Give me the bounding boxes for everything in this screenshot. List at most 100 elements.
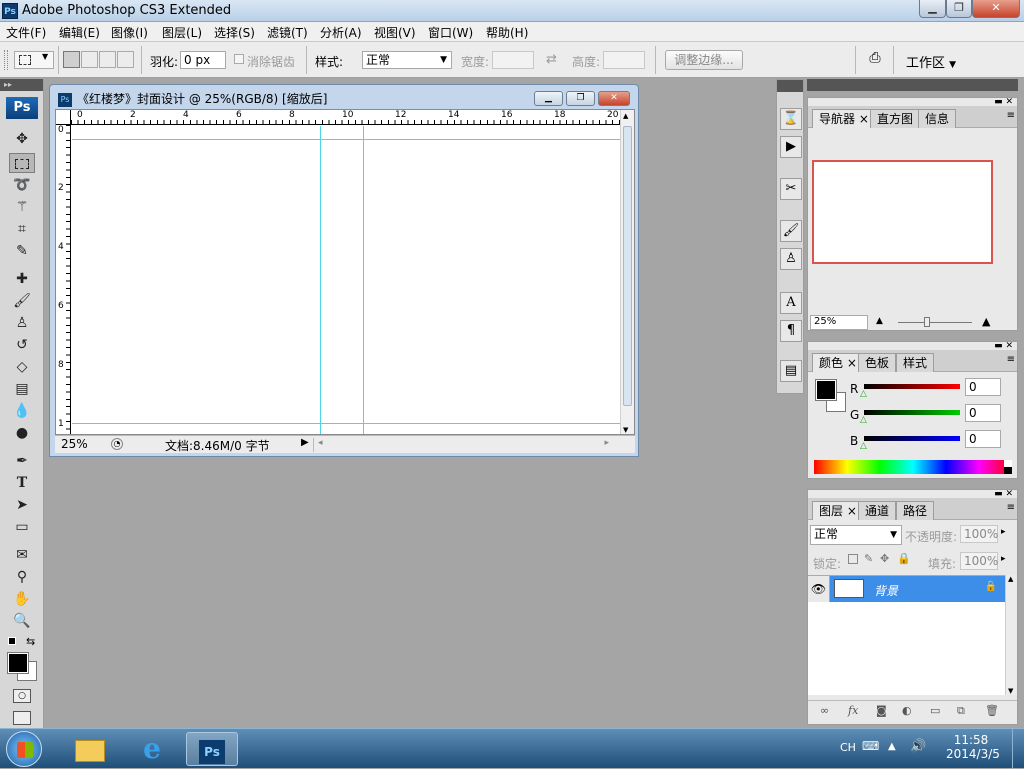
brushes-panel-icon[interactable]: 🖌 — [780, 220, 802, 242]
eyedropper-tool-icon[interactable]: ⚲ — [9, 567, 35, 587]
intersect-selection-button[interactable] — [117, 51, 134, 68]
swap-colors-icon[interactable]: ⇆ — [26, 635, 35, 648]
green-slider[interactable] — [864, 410, 960, 415]
black-white-swatch[interactable] — [1004, 460, 1012, 474]
feather-input[interactable]: 0 px — [180, 51, 226, 69]
file-explorer-taskbar-icon[interactable] — [64, 732, 116, 766]
red-slider-thumb[interactable]: △ — [860, 389, 867, 399]
lasso-tool-icon[interactable]: ➰ — [9, 175, 35, 195]
blue-slider[interactable] — [864, 436, 960, 441]
path-selection-tool-icon[interactable]: ➤ — [9, 495, 35, 515]
green-value[interactable]: 0 — [965, 404, 1001, 422]
gradient-tool-icon[interactable]: ▤ — [9, 379, 35, 399]
close-tab-icon[interactable]: × — [847, 504, 857, 518]
magic-wand-tool-icon[interactable]: ⚚ — [9, 197, 35, 217]
show-desktop-button[interactable] — [1012, 729, 1024, 769]
paragraph-panel-icon[interactable]: ¶ — [780, 320, 802, 342]
bridge-icon[interactable]: ⎙ — [862, 50, 888, 70]
menu-select[interactable]: 选择(S) — [214, 24, 255, 41]
add-selection-button[interactable] — [81, 51, 98, 68]
vertical-ruler[interactable]: 0 2 4 6 8 1 — [56, 125, 71, 434]
start-button[interactable] — [6, 731, 42, 767]
close-button[interactable]: ✕ — [972, 0, 1020, 18]
menu-edit[interactable]: 编辑(E) — [59, 24, 100, 41]
menu-window[interactable]: 窗口(W) — [428, 24, 473, 41]
zoom-tool-icon[interactable]: 🔍 — [9, 611, 35, 631]
tab-color[interactable]: 颜色 × — [812, 353, 864, 372]
blend-mode-select[interactable]: 正常 ▼ — [810, 525, 902, 545]
navigator-zoom-field[interactable]: 25% — [810, 315, 868, 330]
scroll-up-icon[interactable]: ▲ — [1008, 575, 1013, 583]
guide-horizontal[interactable] — [72, 423, 620, 424]
history-panel-icon[interactable]: ⌛ — [780, 108, 802, 130]
lock-transparency-icon[interactable] — [848, 554, 858, 564]
blue-value[interactable]: 0 — [965, 430, 1001, 448]
lock-all-icon[interactable]: 🔒 — [897, 552, 911, 565]
menu-help[interactable]: 帮助(H) — [486, 24, 528, 41]
adjustment-layer-icon[interactable]: ◐ — [902, 704, 912, 717]
tab-paths[interactable]: 路径 — [896, 501, 935, 520]
input-language[interactable]: CH — [840, 741, 856, 754]
tab-navigator[interactable]: 导航器 × — [812, 109, 876, 128]
menu-analysis[interactable]: 分析(A) — [320, 24, 362, 41]
pen-tool-icon[interactable]: ✒ — [9, 451, 35, 471]
horizontal-ruler[interactable]: 0 2 4 6 8 10 12 14 16 18 20 — [71, 110, 621, 125]
actions-panel-icon[interactable]: ▶ — [780, 136, 802, 158]
photoshop-taskbar-icon[interactable]: Ps — [186, 732, 238, 766]
style-select[interactable]: 正常 ▼ — [362, 51, 452, 69]
tab-histogram[interactable]: 直方图 — [870, 109, 921, 128]
eraser-tool-icon[interactable]: ◇ — [9, 357, 35, 377]
blur-tool-icon[interactable]: 💧 — [9, 401, 35, 421]
menu-image[interactable]: 图像(I) — [111, 24, 148, 41]
move-tool-icon[interactable]: ✥ — [9, 129, 35, 149]
lock-position-icon[interactable]: ✥ — [880, 552, 889, 565]
tool-preset-picker[interactable]: ▼ — [14, 51, 54, 69]
zoom-slider[interactable] — [898, 322, 972, 323]
zoom-out-icon[interactable]: ▲ — [876, 316, 883, 326]
marquee-tool-icon[interactable] — [9, 153, 35, 173]
horizontal-scrollbar[interactable]: ◂ ▸ — [313, 438, 613, 452]
hand-tool-icon[interactable]: ✋ — [9, 589, 35, 609]
maximize-button[interactable]: ❐ — [946, 0, 972, 18]
type-tool-icon[interactable]: T — [9, 473, 35, 493]
slice-tool-icon[interactable]: ✎ — [9, 241, 35, 261]
panels-grip[interactable] — [807, 79, 1018, 91]
workspace-menu[interactable]: 工作区 ▼ — [906, 52, 956, 71]
quick-mask-icon[interactable]: ○ — [13, 689, 31, 703]
close-tab-icon[interactable]: × — [847, 356, 857, 370]
history-brush-tool-icon[interactable]: ↺ — [9, 335, 35, 355]
red-value[interactable]: 0 — [965, 378, 1001, 396]
guide-horizontal[interactable] — [72, 139, 620, 140]
doc-minimize-button[interactable]: ▁ — [534, 91, 563, 106]
refine-edge-button[interactable]: 调整边缘... — [665, 50, 743, 70]
dodge-tool-icon[interactable]: ● — [9, 423, 35, 443]
layer-visibility-eye-icon[interactable]: 👁 — [808, 576, 830, 602]
doc-close-button[interactable]: ✕ — [598, 91, 630, 106]
navigator-preview[interactable] — [812, 160, 993, 264]
tab-channels[interactable]: 通道 — [858, 501, 897, 520]
doc-maximize-button[interactable]: ❐ — [566, 91, 595, 106]
green-slider-thumb[interactable]: △ — [860, 415, 867, 425]
scroll-left-icon[interactable]: ◂ — [318, 438, 323, 448]
tab-swatches[interactable]: 色板 — [858, 353, 897, 372]
status-menu-arrow-icon[interactable]: ▶ — [301, 437, 309, 448]
clone-stamp-tool-icon[interactable]: ♙ — [9, 313, 35, 333]
toolbox-grip[interactable]: ▸▸ — [0, 79, 43, 91]
layer-style-icon[interactable]: fx — [848, 704, 858, 717]
clock[interactable]: 11:58 2014/3/5 — [946, 733, 1000, 761]
internet-explorer-taskbar-icon[interactable]: e — [126, 732, 178, 766]
foreground-color-swatch[interactable] — [7, 652, 29, 674]
default-colors-icon[interactable] — [8, 637, 16, 645]
panel-menu-icon[interactable]: ≡ — [1007, 502, 1015, 513]
menu-filter[interactable]: 滤镜(T) — [267, 24, 308, 41]
swap-icon[interactable]: ⇄ — [546, 52, 557, 67]
scroll-thumb[interactable] — [623, 126, 632, 406]
tool-presets-panel-icon[interactable]: ✂ — [780, 178, 802, 200]
antialias-checkbox[interactable] — [234, 54, 244, 64]
zoom-slider-thumb[interactable] — [924, 317, 930, 327]
vertical-scrollbar[interactable]: ▲ ▼ — [620, 110, 634, 434]
delete-layer-icon[interactable]: 🗑 — [985, 704, 999, 717]
link-layers-icon[interactable]: ∞ — [820, 704, 829, 717]
tab-layers[interactable]: 图层 × — [812, 501, 864, 520]
panel-menu-icon[interactable]: ≡ — [1007, 354, 1015, 365]
